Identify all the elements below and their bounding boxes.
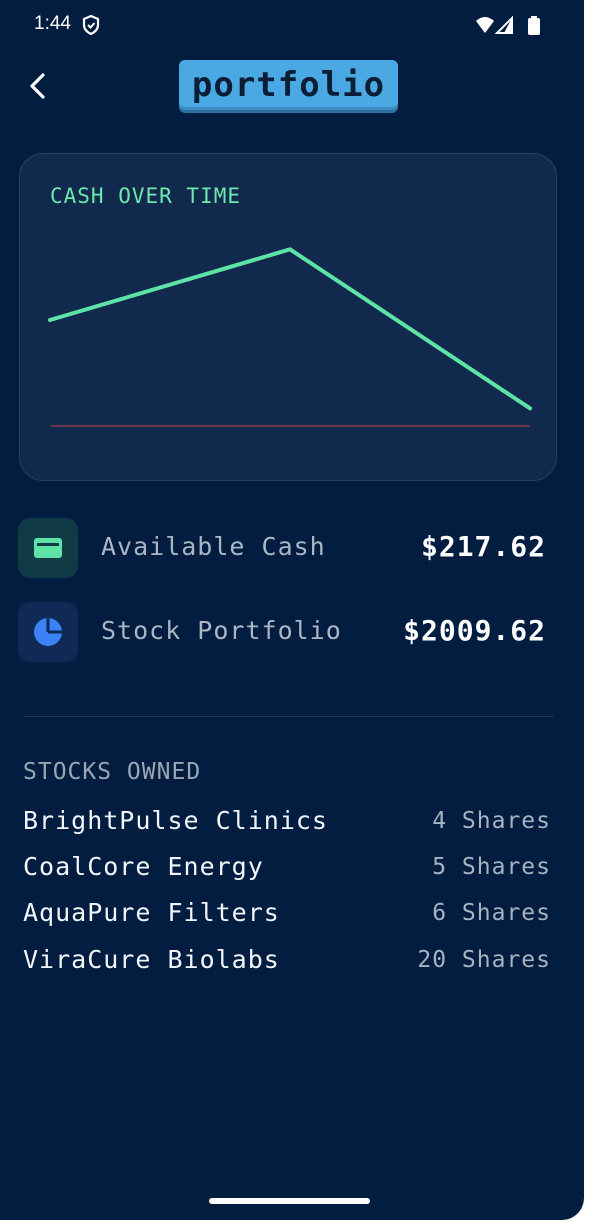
chevron-left-icon: [30, 73, 45, 99]
stock-row[interactable]: AquaPure Filters 6 Shares: [23, 898, 553, 932]
chart-title: CASH OVER TIME: [50, 184, 242, 208]
wifi-icon: [476, 17, 494, 33]
stock-name: ViraCure Biolabs: [23, 945, 280, 974]
battery-icon: [528, 16, 540, 35]
stock-row[interactable]: ViraCure Biolabs 20 Shares: [23, 945, 553, 979]
system-icons: [474, 15, 544, 41]
stock-portfolio-label: Stock Portfolio: [101, 616, 342, 645]
stock-row[interactable]: CoalCore Energy 5 Shares: [23, 852, 553, 886]
status-time: 1:44: [34, 13, 71, 34]
wallet-icon: [34, 538, 62, 558]
home-indicator[interactable]: [209, 1198, 370, 1204]
cash-chart-card: CASH OVER TIME: [19, 153, 557, 481]
stock-row[interactable]: BrightPulse Clinics 4 Shares: [23, 806, 553, 840]
stocks-owned-title: STOCKS OWNED: [23, 759, 202, 785]
stock-name: AquaPure Filters: [23, 898, 280, 927]
pie-chart-icon: [34, 616, 62, 646]
stock-portfolio-value: $2009.62: [403, 614, 546, 647]
app-screen: 1:44 portfolio CASH OVER TIME Available …: [0, 0, 584, 1220]
wallet-icon-box: [18, 518, 78, 578]
section-divider: [24, 716, 554, 717]
stock-shares: 4 Shares: [432, 808, 551, 834]
page-title: portfolio: [179, 60, 398, 110]
stock-shares: 20 Shares: [417, 947, 551, 973]
stock-shares: 5 Shares: [432, 854, 551, 880]
stock-shares: 6 Shares: [432, 900, 551, 926]
pie-chart-icon-box: [18, 602, 78, 662]
available-cash-label: Available Cash: [101, 532, 326, 561]
series-line-0: [48, 247, 532, 411]
available-cash-row: Available Cash $217.62: [18, 518, 558, 578]
signal-icon: [494, 15, 513, 34]
stock-name: CoalCore Energy: [23, 852, 264, 881]
stock-name: BrightPulse Clinics: [23, 806, 328, 835]
status-bar: 1:44: [0, 0, 584, 50]
available-cash-value: $217.62: [420, 530, 546, 563]
back-button[interactable]: [24, 70, 54, 102]
shield-icon: [82, 14, 100, 39]
stock-portfolio-row: Stock Portfolio $2009.62: [18, 602, 558, 662]
